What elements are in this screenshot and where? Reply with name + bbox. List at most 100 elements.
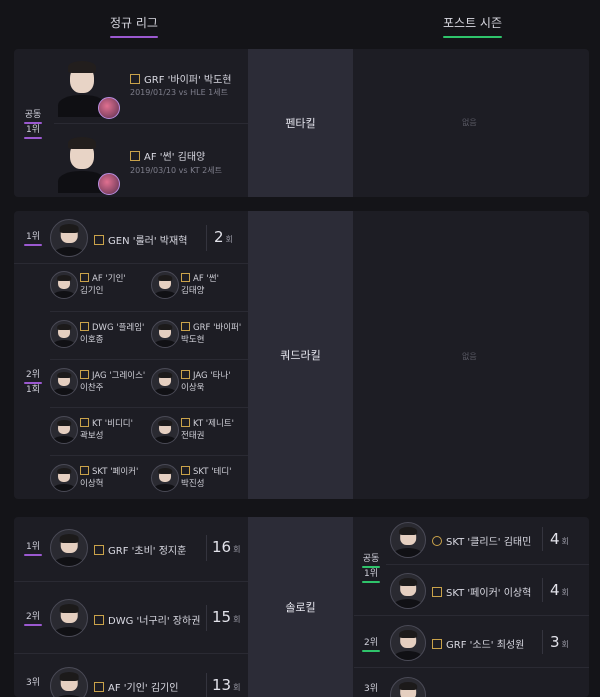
quadrakill-rank-2: 2위 1회 — [20, 369, 46, 396]
player-name: GEN '룰러' 박재혁 — [94, 232, 187, 247]
team-logo-icon — [94, 545, 104, 555]
player-name-label: GRF '소드' 최성원 — [446, 640, 525, 651]
divider — [206, 673, 207, 697]
player-real-name: 이호종 — [80, 335, 104, 345]
avatar — [390, 625, 426, 661]
player-team-label: SKT '페이커' — [92, 467, 139, 477]
divider — [542, 578, 543, 602]
rank-label: 1위 — [25, 232, 40, 242]
player-team-label: AF '썬' — [193, 274, 219, 284]
count-value: 13 — [212, 676, 232, 694]
divider — [50, 407, 248, 408]
rank-label: 3위 — [25, 678, 40, 688]
game-date: 2019/03/10 vs KT 2세트 — [130, 166, 222, 175]
player-name: AF '썬' 김태양 — [130, 148, 205, 163]
divider — [50, 455, 248, 456]
tab-regular-league-label: 정규 리그 — [110, 16, 158, 30]
kill-count: 4회 — [550, 581, 569, 599]
player-name-label: AF '기인' 김기인 — [108, 683, 179, 694]
tab-regular-league[interactable]: 정규 리그 — [110, 14, 158, 38]
player-name: KT '비디디' 곽보성 — [80, 418, 133, 442]
avatar — [50, 368, 78, 396]
divider — [14, 263, 248, 264]
player-name: GRF '초비' 정지훈 — [94, 542, 186, 557]
count-unit: 회 — [233, 545, 241, 554]
count-value: 15 — [212, 608, 232, 626]
post-season-empty: 없음 — [462, 352, 477, 361]
tab-post-underline — [443, 36, 503, 38]
player-name: SKT '클리드' 김태민 — [432, 533, 531, 548]
avatar — [50, 529, 88, 567]
pentakill-rank: 공동 1위 — [20, 109, 46, 139]
player-real-name: 이상혁 — [80, 479, 104, 489]
solokill-title: 솔로킬 — [248, 517, 353, 697]
player-name: DWG '너구리' 장하권 — [94, 612, 200, 627]
avatar — [50, 219, 88, 257]
player-team-label: KT '제니트' — [193, 419, 234, 429]
kill-count: 13 회 — [212, 676, 240, 694]
player-team-label: DWG '플레임' — [92, 323, 145, 333]
kill-count: 15 회 — [212, 608, 240, 626]
rank-bar — [362, 581, 380, 583]
player-name: SKT '페이커' 이상혁 — [432, 584, 531, 599]
rank-label: 공동 — [362, 554, 380, 564]
team-logo-icon — [181, 418, 190, 427]
champion-icon — [98, 173, 120, 195]
count-value: 16 — [212, 538, 232, 556]
avatar — [390, 522, 426, 558]
pentakill-title: 펜타킬 — [248, 49, 353, 197]
rank-count: 1회 — [25, 385, 40, 395]
pentakill-title-label: 펜타킬 — [285, 117, 316, 130]
player-real-name: 김기인 — [80, 286, 104, 296]
divider — [50, 359, 248, 360]
team-logo-icon — [130, 151, 140, 161]
rank-bar — [24, 624, 42, 626]
team-logo-icon — [80, 322, 89, 331]
tab-post-season[interactable]: 포스트 시즌 — [443, 14, 503, 38]
player-name: SKT '테디' 박진성 — [181, 466, 232, 490]
player-name-label: GRF '바이퍼' 박도현 — [144, 75, 232, 86]
player-name-label: DWG '너구리' 장하권 — [108, 616, 201, 627]
player-name: JAG '그레이스' 이찬주 — [80, 370, 145, 394]
avatar — [50, 599, 88, 637]
tab-regular-underline — [110, 36, 158, 38]
champion-icon — [98, 97, 120, 119]
avatar — [50, 320, 78, 348]
rank-label: 2위 — [363, 638, 378, 648]
team-logo-icon — [94, 682, 104, 692]
player-team-label: AF '기인' — [92, 274, 126, 284]
team-logo-icon — [432, 536, 442, 546]
team-logo-icon — [94, 615, 104, 625]
player-name: GRF '바이퍼' 박도현 — [130, 71, 232, 86]
solokill-rank-3: 3위 — [20, 677, 46, 689]
count-unit: 회 — [233, 683, 241, 692]
rank-bar — [362, 650, 380, 652]
player-name: AF '기인' 김기인 — [94, 679, 178, 694]
player-name-label: GEN '룰러' 박재혁 — [108, 236, 188, 247]
divider — [54, 123, 248, 124]
avatar — [50, 464, 78, 492]
player-name-label: SKT '페이커' 이상혁 — [446, 588, 532, 599]
avatar — [151, 271, 179, 299]
divider — [354, 615, 589, 616]
player-team-label: JAG '그레이스' — [92, 371, 146, 381]
post-rank-shared: 공동 1위 — [358, 553, 384, 583]
avatar — [50, 667, 88, 697]
rank-label: 1위 — [25, 542, 40, 552]
solokill-rank-1: 1위 — [20, 541, 46, 556]
player-name-label: GRF '초비' 정지훈 — [108, 546, 187, 557]
game-date: 2019/01/23 vs HLE 1세트 — [130, 88, 228, 97]
kill-count: 3회 — [550, 633, 569, 651]
player-real-name: 이상욱 — [181, 383, 205, 393]
rank-label: 2위 — [25, 370, 40, 380]
team-logo-icon — [432, 639, 442, 649]
player-real-name: 곽보성 — [80, 431, 104, 441]
post-rank-3: 3위 — [358, 683, 384, 695]
divider — [542, 630, 543, 654]
count-unit: 회 — [561, 588, 569, 597]
team-logo-icon — [181, 370, 190, 379]
kill-count: 2회 — [214, 228, 233, 246]
player-team-label: GRF '바이퍼' — [193, 323, 242, 333]
pentakill-section: 펜타킬 공동 1위 GRF '바이퍼' 박도현 2019/01/23 vs HL… — [14, 49, 589, 197]
player-real-name: 박진성 — [181, 479, 205, 489]
